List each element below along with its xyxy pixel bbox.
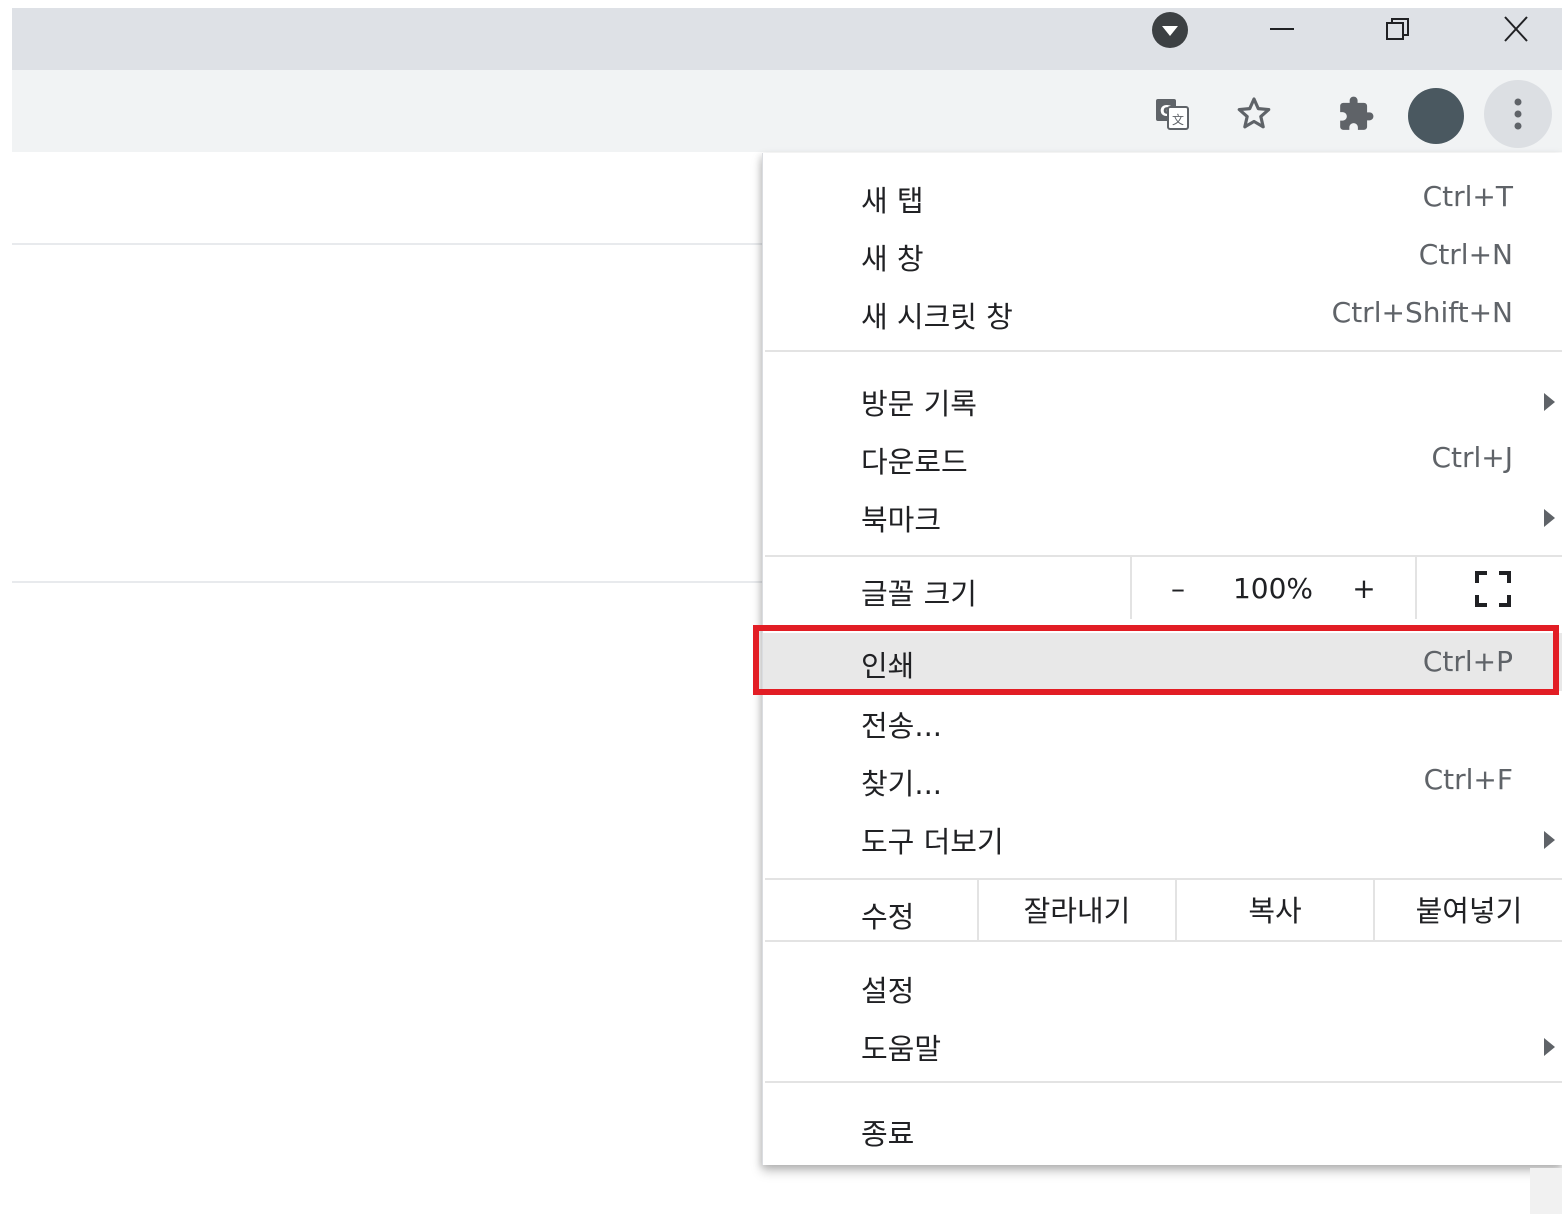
title-bar — [12, 8, 1562, 70]
more-menu-button[interactable] — [1484, 80, 1552, 148]
submenu-arrow-icon — [1544, 831, 1555, 849]
menu-item-label: 도구 더보기 — [861, 825, 1004, 859]
menu-separator — [765, 940, 1562, 942]
menu-item-print[interactable]: 인쇄 Ctrl+P — [753, 625, 1562, 695]
chrome-main-menu: 새 탭 Ctrl+T 새 창 Ctrl+N 새 시크릿 창 Ctrl+Shift… — [753, 153, 1562, 1165]
address-bar[interactable] — [12, 82, 1297, 140]
edit-row: 수정 잘라내기 복사 붙여넣기 — [763, 880, 1562, 942]
menu-item-label: 전송... — [861, 709, 943, 743]
menu-item-label: 설정 — [861, 974, 915, 1008]
menu-item-label: 방문 기록 — [861, 387, 977, 421]
page-divider — [12, 243, 764, 245]
edit-label: 수정 — [861, 900, 915, 934]
scrollbar[interactable] — [1530, 1168, 1562, 1214]
more-icon — [1514, 98, 1522, 130]
tab-search-button[interactable] — [1150, 10, 1190, 50]
menu-item-exit[interactable]: 종료 — [763, 1101, 1562, 1159]
shortcut-label: Ctrl+J — [1431, 441, 1513, 474]
menu-separator — [765, 350, 1562, 352]
paste-button[interactable]: 붙여넣기 — [1375, 880, 1562, 938]
menu-item-cast[interactable]: 전송... — [763, 693, 1562, 751]
svg-text:文: 文 — [1172, 112, 1184, 127]
close-button[interactable] — [1486, 8, 1546, 52]
zoom-divider — [1130, 557, 1132, 619]
menu-separator — [765, 1081, 1562, 1083]
menu-item-history[interactable]: 방문 기록 — [763, 371, 1562, 429]
copy-button[interactable]: 복사 — [1177, 880, 1373, 938]
menu-item-label: 종료 — [861, 1117, 915, 1151]
chevron-down-circle-icon — [1152, 12, 1188, 48]
extensions-button[interactable] — [1334, 92, 1378, 136]
page-divider — [12, 581, 764, 583]
minimize-button[interactable] — [1252, 8, 1312, 52]
menu-item-bookmarks[interactable]: 북마크 — [763, 487, 1562, 545]
restore-icon — [1386, 18, 1409, 40]
submenu-arrow-icon — [1544, 1038, 1555, 1056]
shortcut-label: Ctrl+N — [1418, 238, 1513, 271]
menu-item-help[interactable]: 도움말 — [763, 1016, 1562, 1074]
extensions-icon — [1340, 96, 1374, 130]
menu-item-new-incognito-window[interactable]: 새 시크릿 창 Ctrl+Shift+N — [763, 284, 1562, 342]
zoom-in-button[interactable]: + — [1339, 557, 1389, 619]
menu-item-more-tools[interactable]: 도구 더보기 — [763, 809, 1562, 867]
menu-item-label: 찾기... — [861, 767, 943, 801]
zoom-out-button[interactable]: – — [1153, 557, 1203, 619]
menu-item-settings[interactable]: 설정 — [763, 958, 1562, 1016]
zoom-label: 글꼴 크기 — [861, 577, 977, 611]
restore-button[interactable] — [1368, 8, 1428, 52]
star-icon — [1237, 97, 1271, 129]
menu-item-new-tab[interactable]: 새 탭 Ctrl+T — [763, 168, 1562, 226]
profile-avatar[interactable] — [1408, 88, 1464, 144]
shortcut-label: Ctrl+F — [1423, 763, 1513, 796]
zoom-row: 글꼴 크기 – 100% + — [763, 557, 1562, 619]
zoom-level-value: 100% — [1232, 571, 1314, 605]
menu-item-label: 새 시크릿 창 — [861, 300, 1013, 334]
menu-item-downloads[interactable]: 다운로드 Ctrl+J — [763, 429, 1562, 487]
submenu-arrow-icon — [1544, 509, 1555, 527]
menu-item-find[interactable]: 찾기... Ctrl+F — [763, 751, 1562, 809]
menu-item-label: 새 창 — [861, 242, 924, 276]
menu-item-label: 인쇄 — [861, 649, 915, 683]
menu-item-label: 새 탭 — [861, 184, 924, 218]
close-icon — [1504, 16, 1528, 42]
cut-button[interactable]: 잘라내기 — [979, 880, 1175, 938]
submenu-arrow-icon — [1544, 393, 1555, 411]
menu-item-label: 북마크 — [861, 503, 942, 537]
minimize-icon — [1270, 28, 1294, 30]
shortcut-label: Ctrl+Shift+N — [1331, 296, 1513, 329]
fullscreen-button[interactable] — [1463, 569, 1523, 609]
shortcut-label: Ctrl+P — [1422, 645, 1513, 678]
bookmark-star-button[interactable] — [1232, 92, 1276, 136]
menu-item-label: 다운로드 — [861, 445, 968, 479]
menu-item-new-window[interactable]: 새 창 Ctrl+N — [763, 226, 1562, 284]
fullscreen-icon — [1475, 571, 1511, 607]
translate-button[interactable]: G 文 — [1150, 92, 1194, 136]
translate-icon: G 文 — [1156, 99, 1189, 130]
shortcut-label: Ctrl+T — [1422, 180, 1513, 213]
menu-item-label: 도움말 — [861, 1032, 942, 1066]
zoom-divider — [1415, 557, 1417, 619]
browser-toolbar: G 文 — [12, 70, 1562, 152]
